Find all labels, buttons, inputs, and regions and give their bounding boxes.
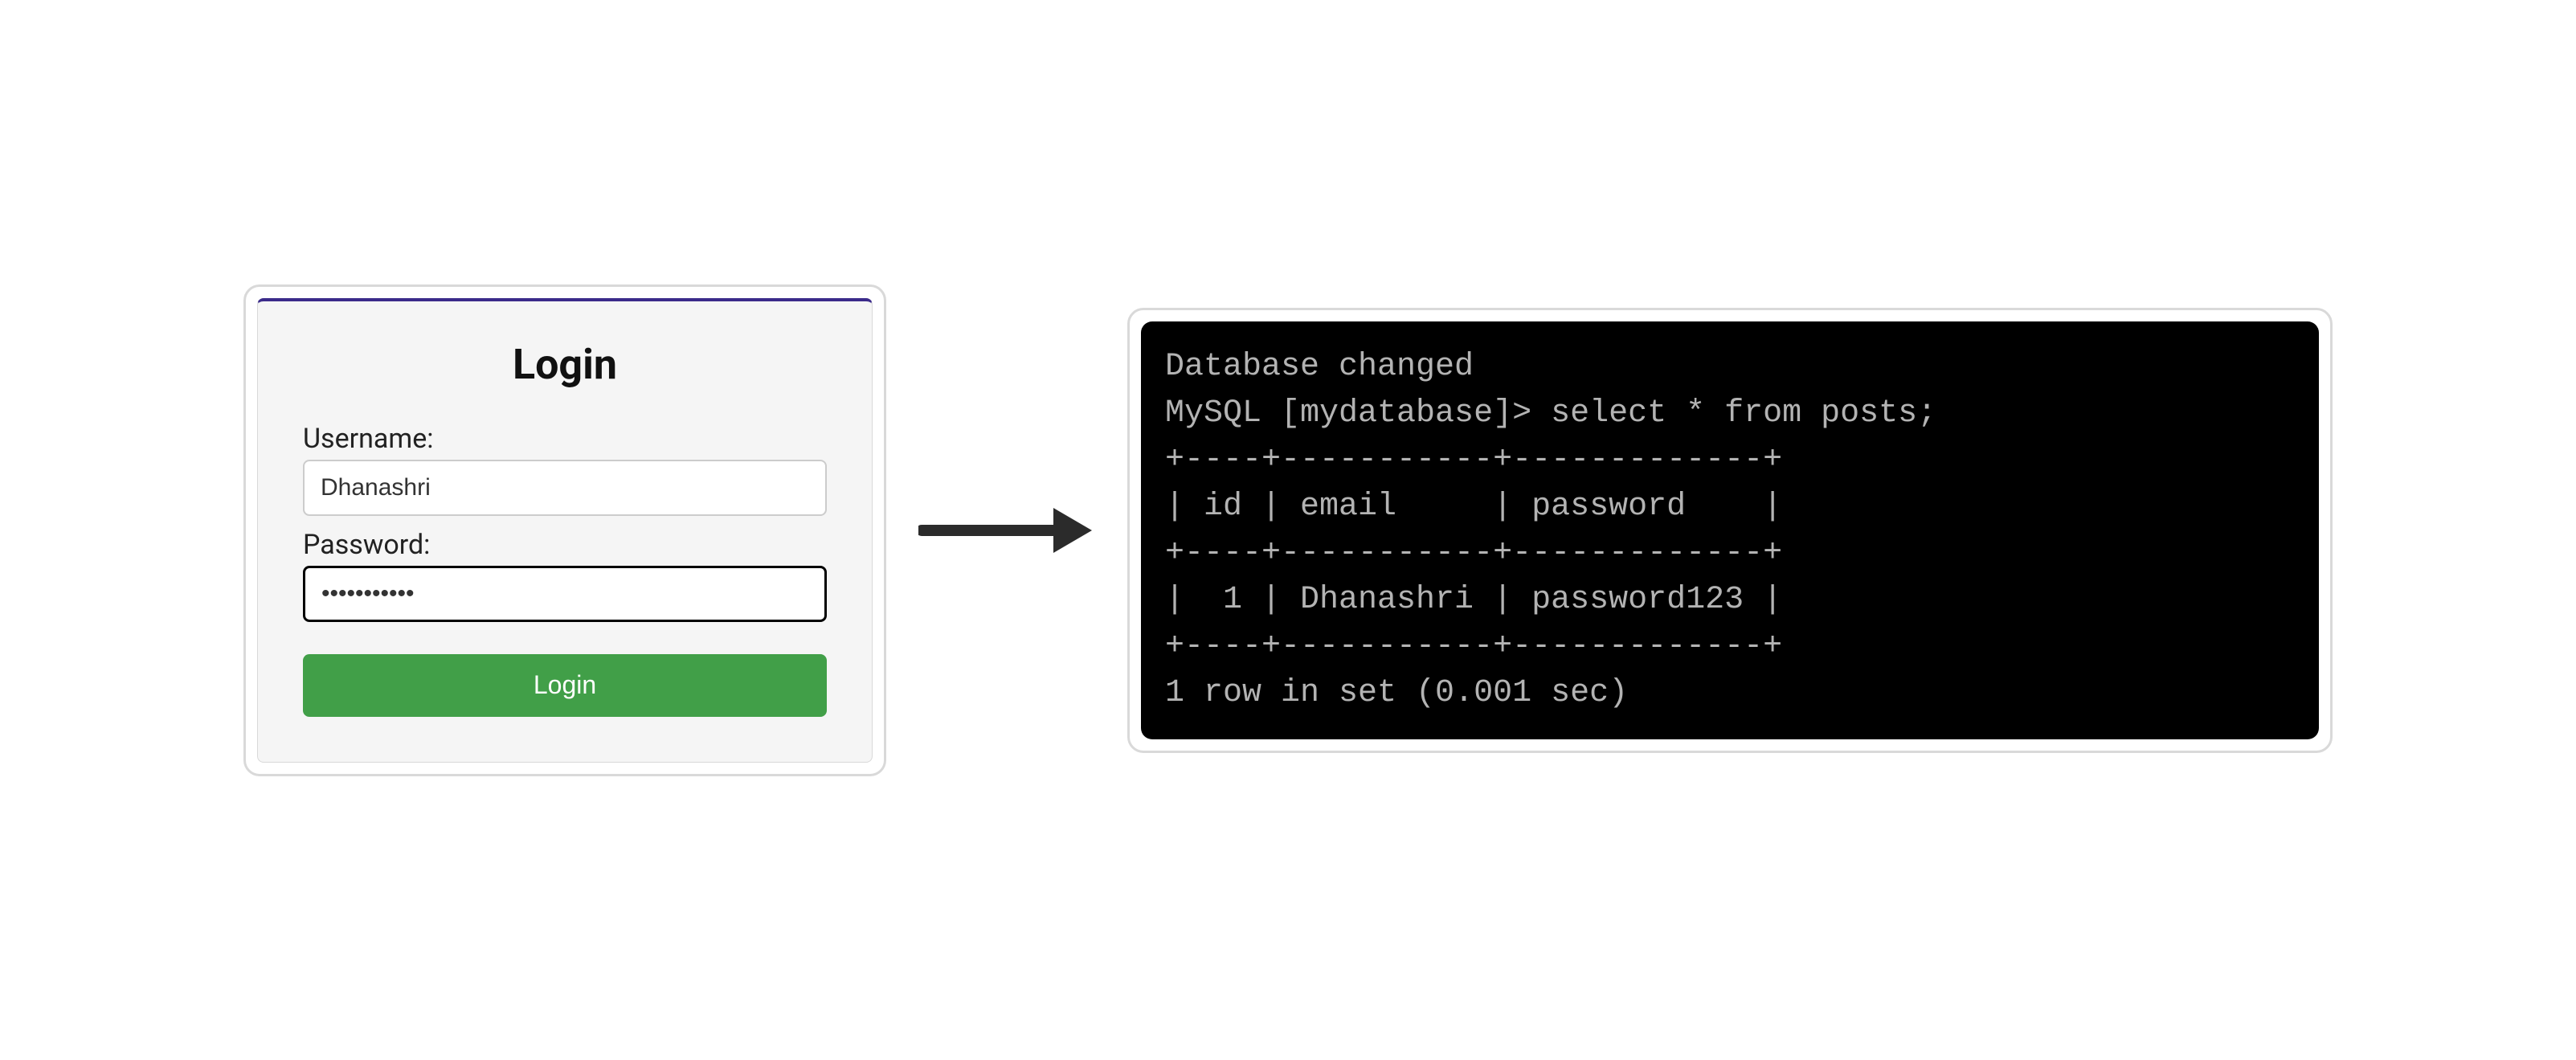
username-input[interactable]: [303, 460, 827, 516]
username-field: Username:: [303, 423, 827, 516]
login-card: Login Username: Password: Login: [243, 284, 886, 776]
password-input[interactable]: [303, 566, 827, 622]
login-form: Login Username: Password: Login: [257, 298, 873, 763]
password-label: Password:: [303, 529, 827, 561]
password-field: Password:: [303, 529, 827, 622]
terminal-output: Database changed MySQL [mydatabase]> sel…: [1141, 321, 2319, 739]
login-title: Login: [303, 340, 827, 389]
diagram-root: Login Username: Password: Login Database…: [243, 284, 2333, 776]
login-button[interactable]: Login: [303, 654, 827, 717]
arrow-icon: [918, 498, 1095, 563]
terminal-card: Database changed MySQL [mydatabase]> sel…: [1127, 308, 2333, 753]
arrow: [918, 498, 1095, 563]
username-label: Username:: [303, 423, 827, 455]
